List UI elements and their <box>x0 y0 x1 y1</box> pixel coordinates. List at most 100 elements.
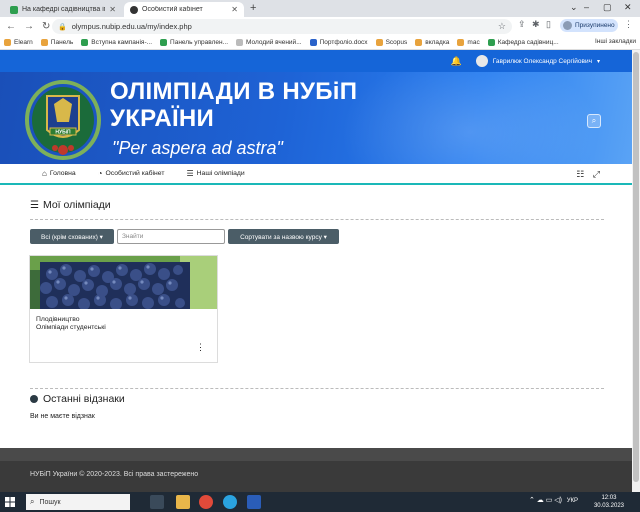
bookmark-item[interactable]: Scopus <box>375 39 407 46</box>
windows-start-icon[interactable] <box>0 492 20 512</box>
scrollbar-thumb[interactable] <box>633 52 639 482</box>
file-explorer-icon[interactable] <box>176 495 190 509</box>
list-icon: ☰ <box>186 169 194 178</box>
forward-icon[interactable]: → <box>24 21 34 32</box>
footer-copyright: НУБіП України © 2020-2023. Всі права зас… <box>30 471 199 478</box>
bookmark-item[interactable]: Молодий вчений... <box>236 39 302 46</box>
bookmark-item[interactable]: mac <box>457 39 480 46</box>
my-olympiads-heading: ☰ Мої олімпіади <box>30 199 111 211</box>
profile-avatar <box>563 21 572 30</box>
new-tab-button[interactable]: + <box>250 2 256 14</box>
close-tab-icon[interactable]: ✕ <box>109 5 116 14</box>
course-filter-dropdown[interactable]: Всі (крім схованих) ▾ <box>30 229 114 244</box>
course-actions-menu-icon[interactable]: ⋮ <box>196 342 205 353</box>
share-icon[interactable]: ⇪ <box>518 19 526 30</box>
tab-title: На кафедрі садівництва ім. проф <box>22 6 105 13</box>
bookmark-item[interactable]: Elearn <box>4 39 33 46</box>
maximize-icon[interactable]: ▢ <box>603 2 612 13</box>
bookmark-icon <box>415 39 423 46</box>
minimize-icon[interactable]: – <box>584 2 589 12</box>
telegram-icon[interactable] <box>223 495 237 509</box>
course-search-input[interactable]: Знайти <box>117 229 225 244</box>
extensions-icon[interactable]: ✱ <box>532 19 540 30</box>
course-card[interactable]: Плодівництво Олімпіади студентські ⋮ <box>29 255 218 363</box>
browser-menu-icon[interactable]: ⋮ <box>624 19 633 30</box>
clock[interactable]: 12:03 30.03.2023 <box>594 494 624 510</box>
blocks-drawer-icon[interactable]: ☷ <box>576 169 584 179</box>
browser-tab-1[interactable]: На кафедрі садівництва ім. проф ✕ <box>4 2 122 17</box>
banner-motto: "Per aspera ad astra" <box>112 138 283 158</box>
menu-item-olympiads[interactable]: ☰ Наші олімпіади <box>186 169 244 178</box>
site-favicon-icon <box>130 5 138 14</box>
bookmark-icon <box>4 39 11 46</box>
banner-decoration <box>340 72 600 164</box>
divider <box>30 219 604 220</box>
tab-search-chevron-icon[interactable]: ⌄ <box>570 2 578 13</box>
bookmark-icon <box>309 39 317 46</box>
bookmark-icon <box>160 39 168 46</box>
divider <box>30 388 604 389</box>
word-icon[interactable] <box>247 495 261 509</box>
url-text: olympus.nubip.edu.ua/my/index.php <box>71 22 192 31</box>
bookmark-item[interactable]: вкладка <box>415 39 449 46</box>
browser-tab-2[interactable]: Особистий кабінет ✕ <box>124 2 244 17</box>
bookmark-item[interactable]: Кафедра садівниц... <box>487 39 559 46</box>
footer-top-strip <box>0 448 632 461</box>
window-close-icon[interactable]: ✕ <box>624 2 632 13</box>
menu-item-home[interactable]: ⌂ Головна <box>42 169 76 178</box>
sort-dropdown[interactable]: Сортувати за назвою курсу ▾ <box>228 229 339 244</box>
bookmark-item[interactable]: Панель <box>40 39 73 46</box>
chrome-icon[interactable] <box>199 495 213 509</box>
close-tab-icon[interactable]: ✕ <box>231 5 238 14</box>
windows-taskbar: ⌕ Пошук ⌃ ☁ ▭ ◁) УКР 12:03 30.03.2023 <box>0 492 640 512</box>
course-name[interactable]: Олімпіади студентські <box>36 324 106 331</box>
profile-status: Призупинено <box>575 22 615 29</box>
bookmark-item[interactable]: Портфоліо.docx <box>309 39 368 46</box>
other-bookmarks[interactable]: Інші закладки <box>595 38 636 45</box>
bookmark-icon <box>81 39 89 46</box>
url-bar[interactable]: 🔒 olympus.nubip.edu.ua/my/index.php ☆ <box>52 19 512 34</box>
site-top-nav: 🔔 Гаврилюк Олександр Сергійович ▾ <box>0 50 632 72</box>
course-image <box>30 256 217 309</box>
emblem-text: НУБіП <box>55 130 71 136</box>
task-view-icon[interactable] <box>150 495 164 509</box>
site-footer: НУБіП України © 2020-2023. Всі права зас… <box>0 448 632 492</box>
bookmarks-bar: Elearn Панель Вступна кампанія-... Панел… <box>0 36 640 50</box>
back-icon[interactable]: ← <box>6 21 16 32</box>
no-badges-message: Ви не маєте відзнак <box>30 413 95 420</box>
home-icon: ⌂ <box>42 169 47 178</box>
lock-icon: 🔒 <box>58 23 67 31</box>
bell-icon[interactable]: 🔔 <box>451 56 462 67</box>
fullscreen-icon[interactable]: ⤢ <box>593 169 600 179</box>
tab-title: Особистий кабінет <box>142 6 203 13</box>
university-emblem-logo: НУБіП <box>25 80 101 160</box>
bookmark-icon <box>457 39 465 46</box>
bookmark-icon <box>375 39 383 46</box>
search-icon: ⌕ <box>30 497 35 506</box>
bookmark-item[interactable]: Вступна кампанія-... <box>81 39 152 46</box>
language-indicator[interactable]: УКР <box>567 498 578 504</box>
menu-right-icons: ☷ ⤢ <box>576 169 600 180</box>
page-scrollbar[interactable] <box>632 50 640 492</box>
bookmark-item[interactable]: Панель управлен... <box>160 39 228 46</box>
profile-button[interactable]: Призупинено <box>560 19 618 32</box>
search-icon[interactable]: ⌕ <box>587 114 601 128</box>
tray-icons[interactable]: ⌃ ☁ ▭ ◁) <box>529 496 562 504</box>
banner-title: ОЛІМПІАДИ В НУБіП УКРАЇНИ <box>110 78 358 132</box>
hamburger-icon: ☰ <box>30 199 39 211</box>
user-name[interactable]: Гаврилюк Олександр Сергійович <box>493 58 592 65</box>
chevron-down-icon[interactable]: ▾ <box>597 58 600 65</box>
taskbar-search[interactable]: ⌕ Пошук <box>26 494 130 510</box>
badge-icon <box>30 395 38 403</box>
site-favicon-icon <box>10 5 18 14</box>
site-banner: НУБіП ОЛІМПІАДИ В НУБіП УКРАЇНИ "Per asp… <box>0 72 632 164</box>
menu-item-dashboard[interactable]: ◔ Особистий кабінет <box>98 169 165 178</box>
address-toolbar: ← → ↻ 🔒 olympus.nubip.edu.ua/my/index.ph… <box>0 17 640 36</box>
reload-icon[interactable]: ↻ <box>42 21 50 32</box>
user-avatar[interactable] <box>475 55 488 67</box>
main-menu: ⌂ Головна ◔ Особистий кабінет ☰ Наші олі… <box>0 164 632 185</box>
bookmark-icon <box>40 39 48 46</box>
bookmark-star-icon[interactable]: ☆ <box>498 21 506 32</box>
browser-tab-bar: На кафедрі садівництва ім. проф ✕ Особис… <box>0 0 640 17</box>
sidepanel-icon[interactable]: ▯ <box>546 19 551 30</box>
